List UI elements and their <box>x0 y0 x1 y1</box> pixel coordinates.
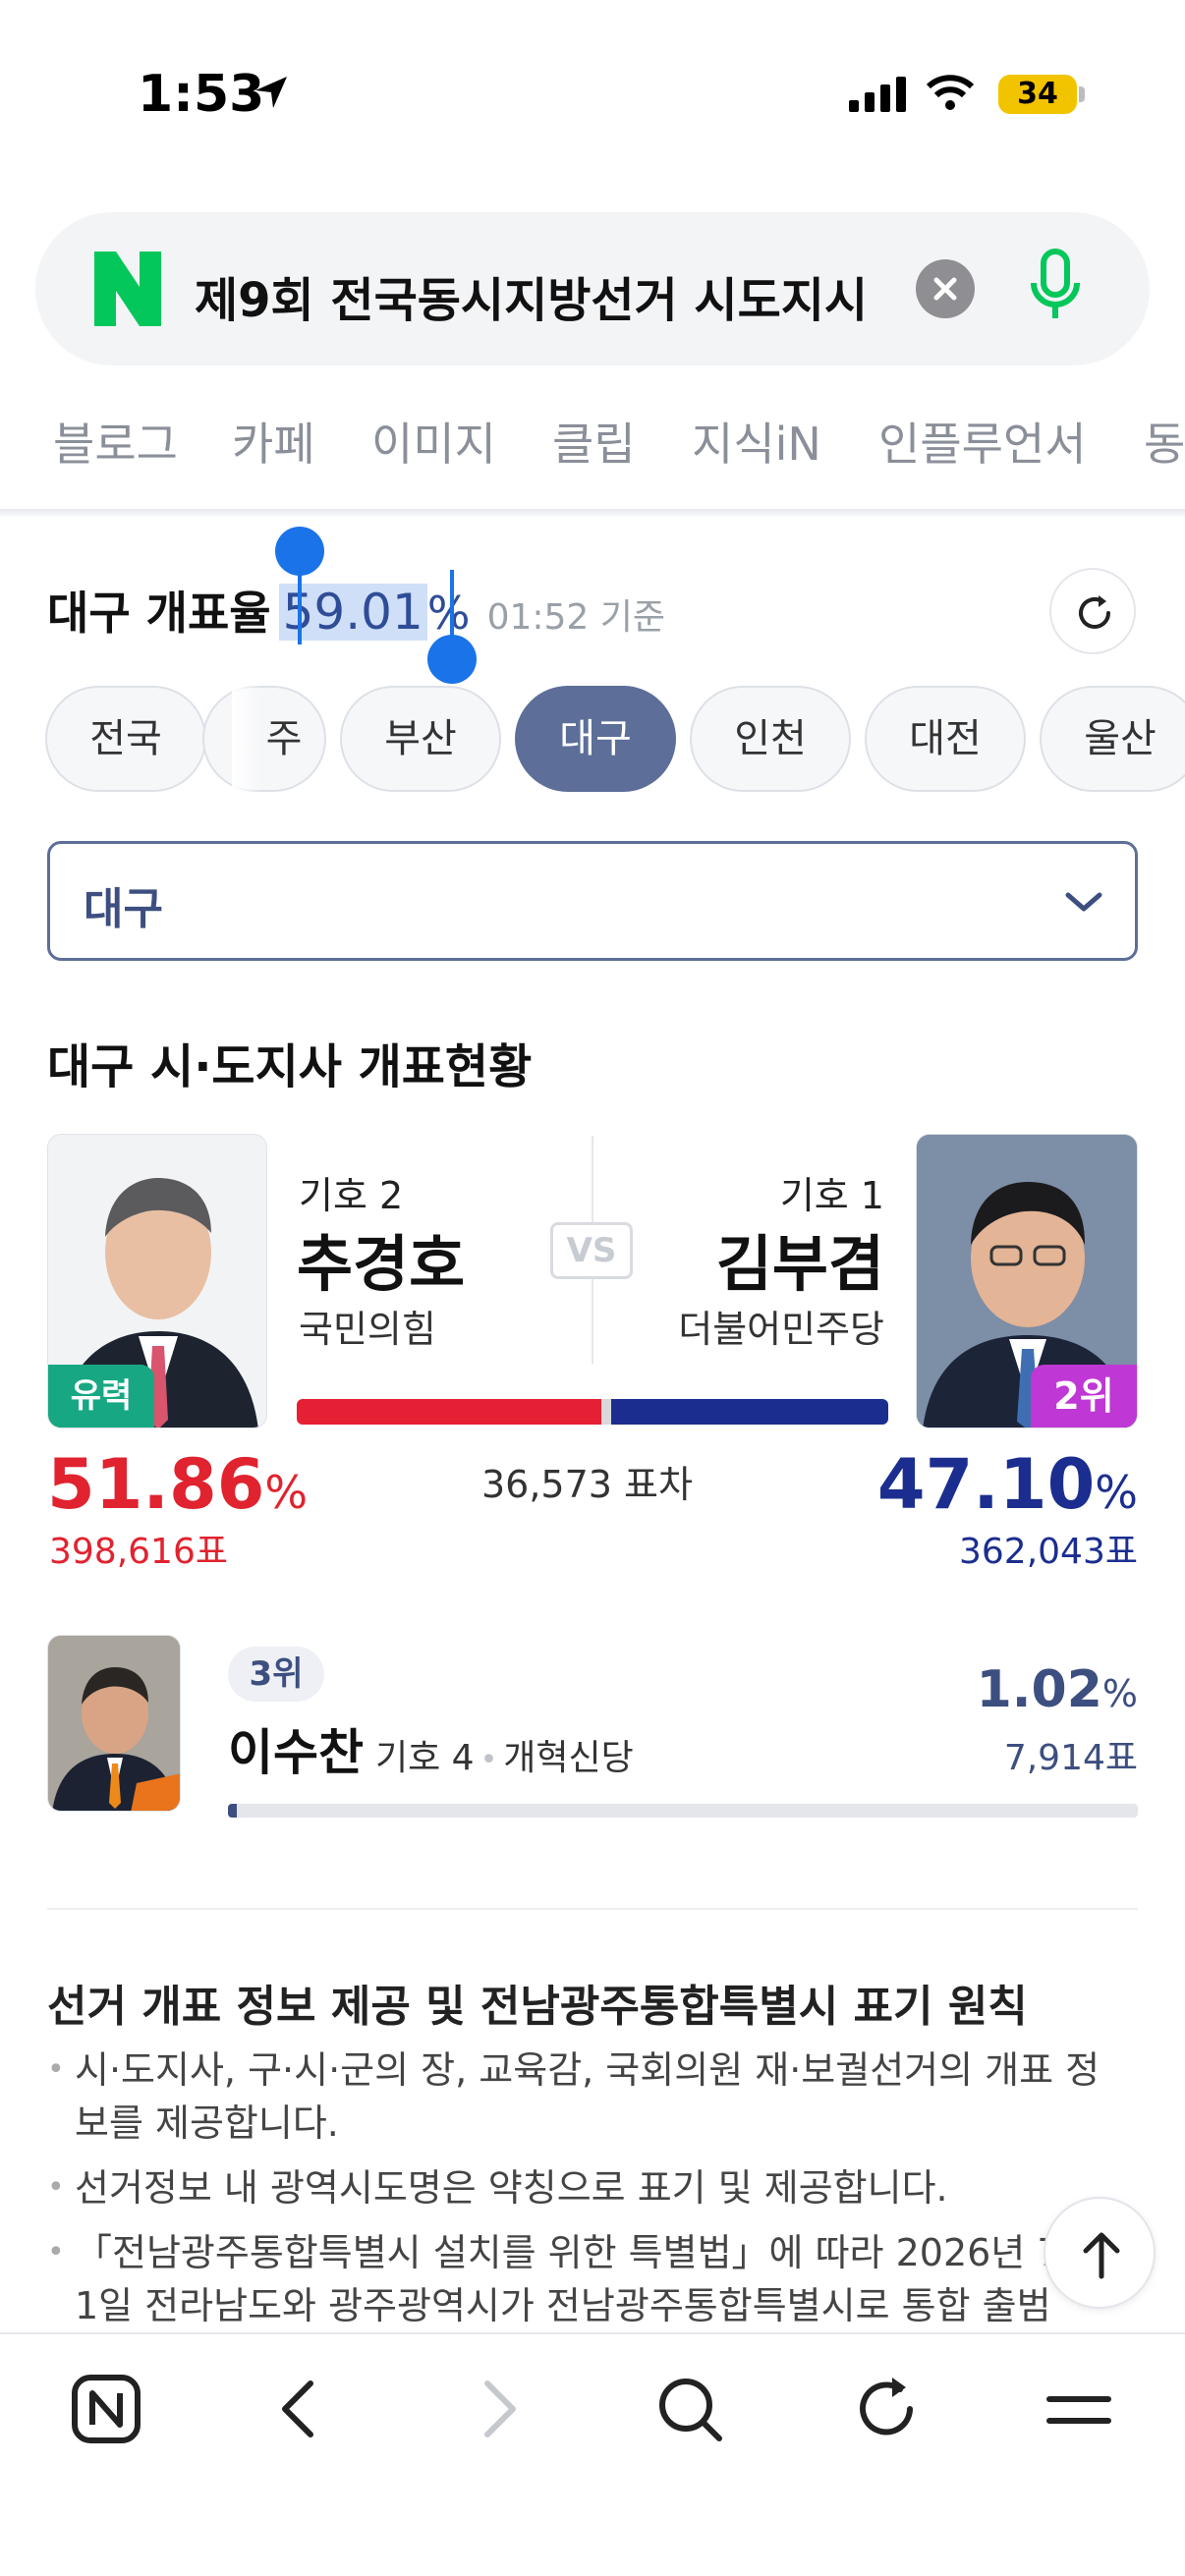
candidate-1-percent-value: 51.86 <box>47 1444 265 1525</box>
candidate-1-party: 국민의힘 <box>299 1308 436 1351</box>
candidate-2-number: 기호 1 <box>779 1174 884 1217</box>
candidate-3-party: 개혁신당 <box>503 1738 634 1778</box>
candidate-1-photo[interactable]: 유력 <box>47 1134 267 1428</box>
wifi-icon <box>926 75 975 110</box>
microphone-icon[interactable] <box>1028 248 1083 330</box>
candidate-3-photo[interactable] <box>47 1635 181 1812</box>
region-chips: 전국 주 부산 대구 인천 대전 울산 <box>0 686 1185 794</box>
selection-caret-end <box>450 570 454 644</box>
chip-national[interactable]: 전국 <box>45 686 206 792</box>
rank-2-badge: 2위 <box>1031 1365 1137 1428</box>
candidate-1-percent: 51.86% <box>47 1444 308 1525</box>
candidate-2-votes: 362,043표 <box>959 1532 1138 1572</box>
clear-icon <box>933 277 957 301</box>
tab-cafe[interactable]: 카페 <box>232 409 315 474</box>
candidate-2-percent-unit: % <box>1095 1466 1138 1519</box>
candidate-2-percent-value: 47.10 <box>876 1444 1096 1525</box>
info-item: 선거정보 내 광역시도명은 약칭으로 표기 및 제공합니다. <box>47 2161 1108 2214</box>
search-bar[interactable]: 제9회 전국동시지방선거 시도지시 <box>35 212 1150 365</box>
candidate-3-votes: 7,914표 <box>1003 1738 1138 1778</box>
selection-handle-end[interactable] <box>427 635 477 684</box>
info-list: 시·도지사, 구·시·군의 장, 교육감, 국회의원 재·보궐선거의 개표 정보… <box>47 2044 1108 2344</box>
search-tabs: 블로그 카페 이미지 클립 지식iN 인플루언서 동 <box>0 409 1185 507</box>
candidate-2-vote-bar <box>611 1399 888 1425</box>
candidate-1-name[interactable]: 추경호 <box>297 1214 465 1303</box>
region-select[interactable]: 대구 <box>47 841 1138 961</box>
refresh-icon <box>1079 595 1110 629</box>
chip-partial[interactable]: 주 <box>202 686 326 792</box>
candidate-3-number: 기호 4 <box>375 1738 475 1778</box>
candidate-portrait <box>48 1636 180 1811</box>
tab-influencer[interactable]: 인플루언서 <box>878 409 1087 474</box>
tab-image[interactable]: 이미지 <box>371 409 496 474</box>
candidate-3-info: 이수찬 기호 4 • 개혁신당 <box>228 1713 634 1784</box>
chevron-down-icon <box>1065 892 1102 912</box>
menu-icon[interactable] <box>1040 2370 1118 2448</box>
search-query[interactable]: 제9회 전국동시지방선거 시도지시 <box>195 261 941 330</box>
info-title: 선거 개표 정보 제공 및 전남광주통합특별시 표기 원칙 <box>47 1982 1028 2032</box>
candidate-3-vote-bar <box>228 1804 1138 1818</box>
info-item: 「전남광주통합특별시 설치를 위한 특별법」에 따라 2026년 7월 1일 전… <box>47 2226 1108 2332</box>
back-icon[interactable] <box>261 2370 340 2448</box>
tab-blog[interactable]: 블로그 <box>53 409 178 474</box>
count-rate-title: 대구 개표율 <box>47 587 271 640</box>
tab-video[interactable]: 동 <box>1144 409 1185 474</box>
candidate-2-percent: 47.10% <box>877 1444 1138 1525</box>
leading-badge: 유력 <box>48 1365 154 1428</box>
candidate-3-percent-value: 1.02 <box>976 1660 1102 1719</box>
cellular-signal-icon <box>849 77 906 112</box>
count-rate-header: 대구 개표율 59.01% 01:52 기준 <box>47 578 665 646</box>
selection-caret-start <box>298 570 302 644</box>
candidate-2-party: 더불어민주당 <box>678 1308 884 1351</box>
refresh-button[interactable] <box>1049 568 1136 654</box>
candidate-1-votes: 398,616표 <box>49 1532 228 1572</box>
candidate-2-name[interactable]: 김부겸 <box>716 1214 884 1303</box>
battery-indicator: 34 <box>998 75 1077 114</box>
candidate-1-vote-bar <box>297 1399 601 1425</box>
candidate-3-vote-bar-fill <box>228 1804 238 1818</box>
reload-icon[interactable] <box>847 2370 926 2448</box>
chip-fade <box>232 686 261 792</box>
candidate-3-percent-unit: % <box>1101 1672 1138 1715</box>
section-title: 대구 시·도지사 개표현황 <box>47 1039 533 1094</box>
arrow-up-icon <box>1083 2232 1120 2279</box>
candidate-3-name[interactable]: 이수찬 <box>228 1724 364 1781</box>
candidate-2-photo[interactable]: 2위 <box>916 1134 1138 1428</box>
chip-daegu[interactable]: 대구 <box>515 686 676 792</box>
tab-kin[interactable]: 지식iN <box>692 409 821 474</box>
search-icon[interactable] <box>650 2370 729 2448</box>
vs-label: VS <box>550 1222 633 1279</box>
bottom-toolbar <box>0 2332 1185 2576</box>
scroll-to-top-button[interactable] <box>1044 2197 1156 2309</box>
others-vote-bar <box>601 1399 611 1425</box>
naver-logo-icon[interactable] <box>94 252 161 326</box>
tab-clip[interactable]: 클립 <box>552 409 636 474</box>
selection-handle-start[interactable] <box>275 527 324 576</box>
forward-icon[interactable] <box>458 2370 536 2448</box>
vote-margin: 36,573 표차 <box>481 1463 693 1506</box>
count-as-of: 01:52 기준 <box>486 597 666 638</box>
candidate-1-percent-unit: % <box>264 1466 309 1519</box>
chip-incheon[interactable]: 인천 <box>690 686 851 792</box>
candidate-3-percent: 1.02% <box>977 1660 1138 1719</box>
section-divider <box>47 1908 1138 1910</box>
status-bar: 1:53 34 <box>0 0 1185 187</box>
status-time: 1:53 <box>138 65 265 124</box>
location-arrow-icon <box>255 77 287 108</box>
clear-search-button[interactable] <box>916 259 975 318</box>
chip-ulsan[interactable]: 울산 <box>1040 686 1185 792</box>
rank-3-badge: 3위 <box>228 1647 324 1702</box>
info-item: 시·도지사, 구·시·군의 장, 교육감, 국회의원 재·보궐선거의 개표 정보… <box>47 2044 1108 2150</box>
tabs-shadow <box>0 509 1185 519</box>
naver-home-icon[interactable] <box>67 2370 145 2448</box>
chip-daejeon[interactable]: 대전 <box>865 686 1026 792</box>
candidate-1-number: 기호 2 <box>299 1174 404 1217</box>
count-rate-unit: % <box>426 587 471 640</box>
region-select-value: 대구 <box>84 884 163 934</box>
info-separator: • <box>480 1743 498 1777</box>
battery-cap <box>1079 86 1085 102</box>
chip-busan[interactable]: 부산 <box>340 686 501 792</box>
